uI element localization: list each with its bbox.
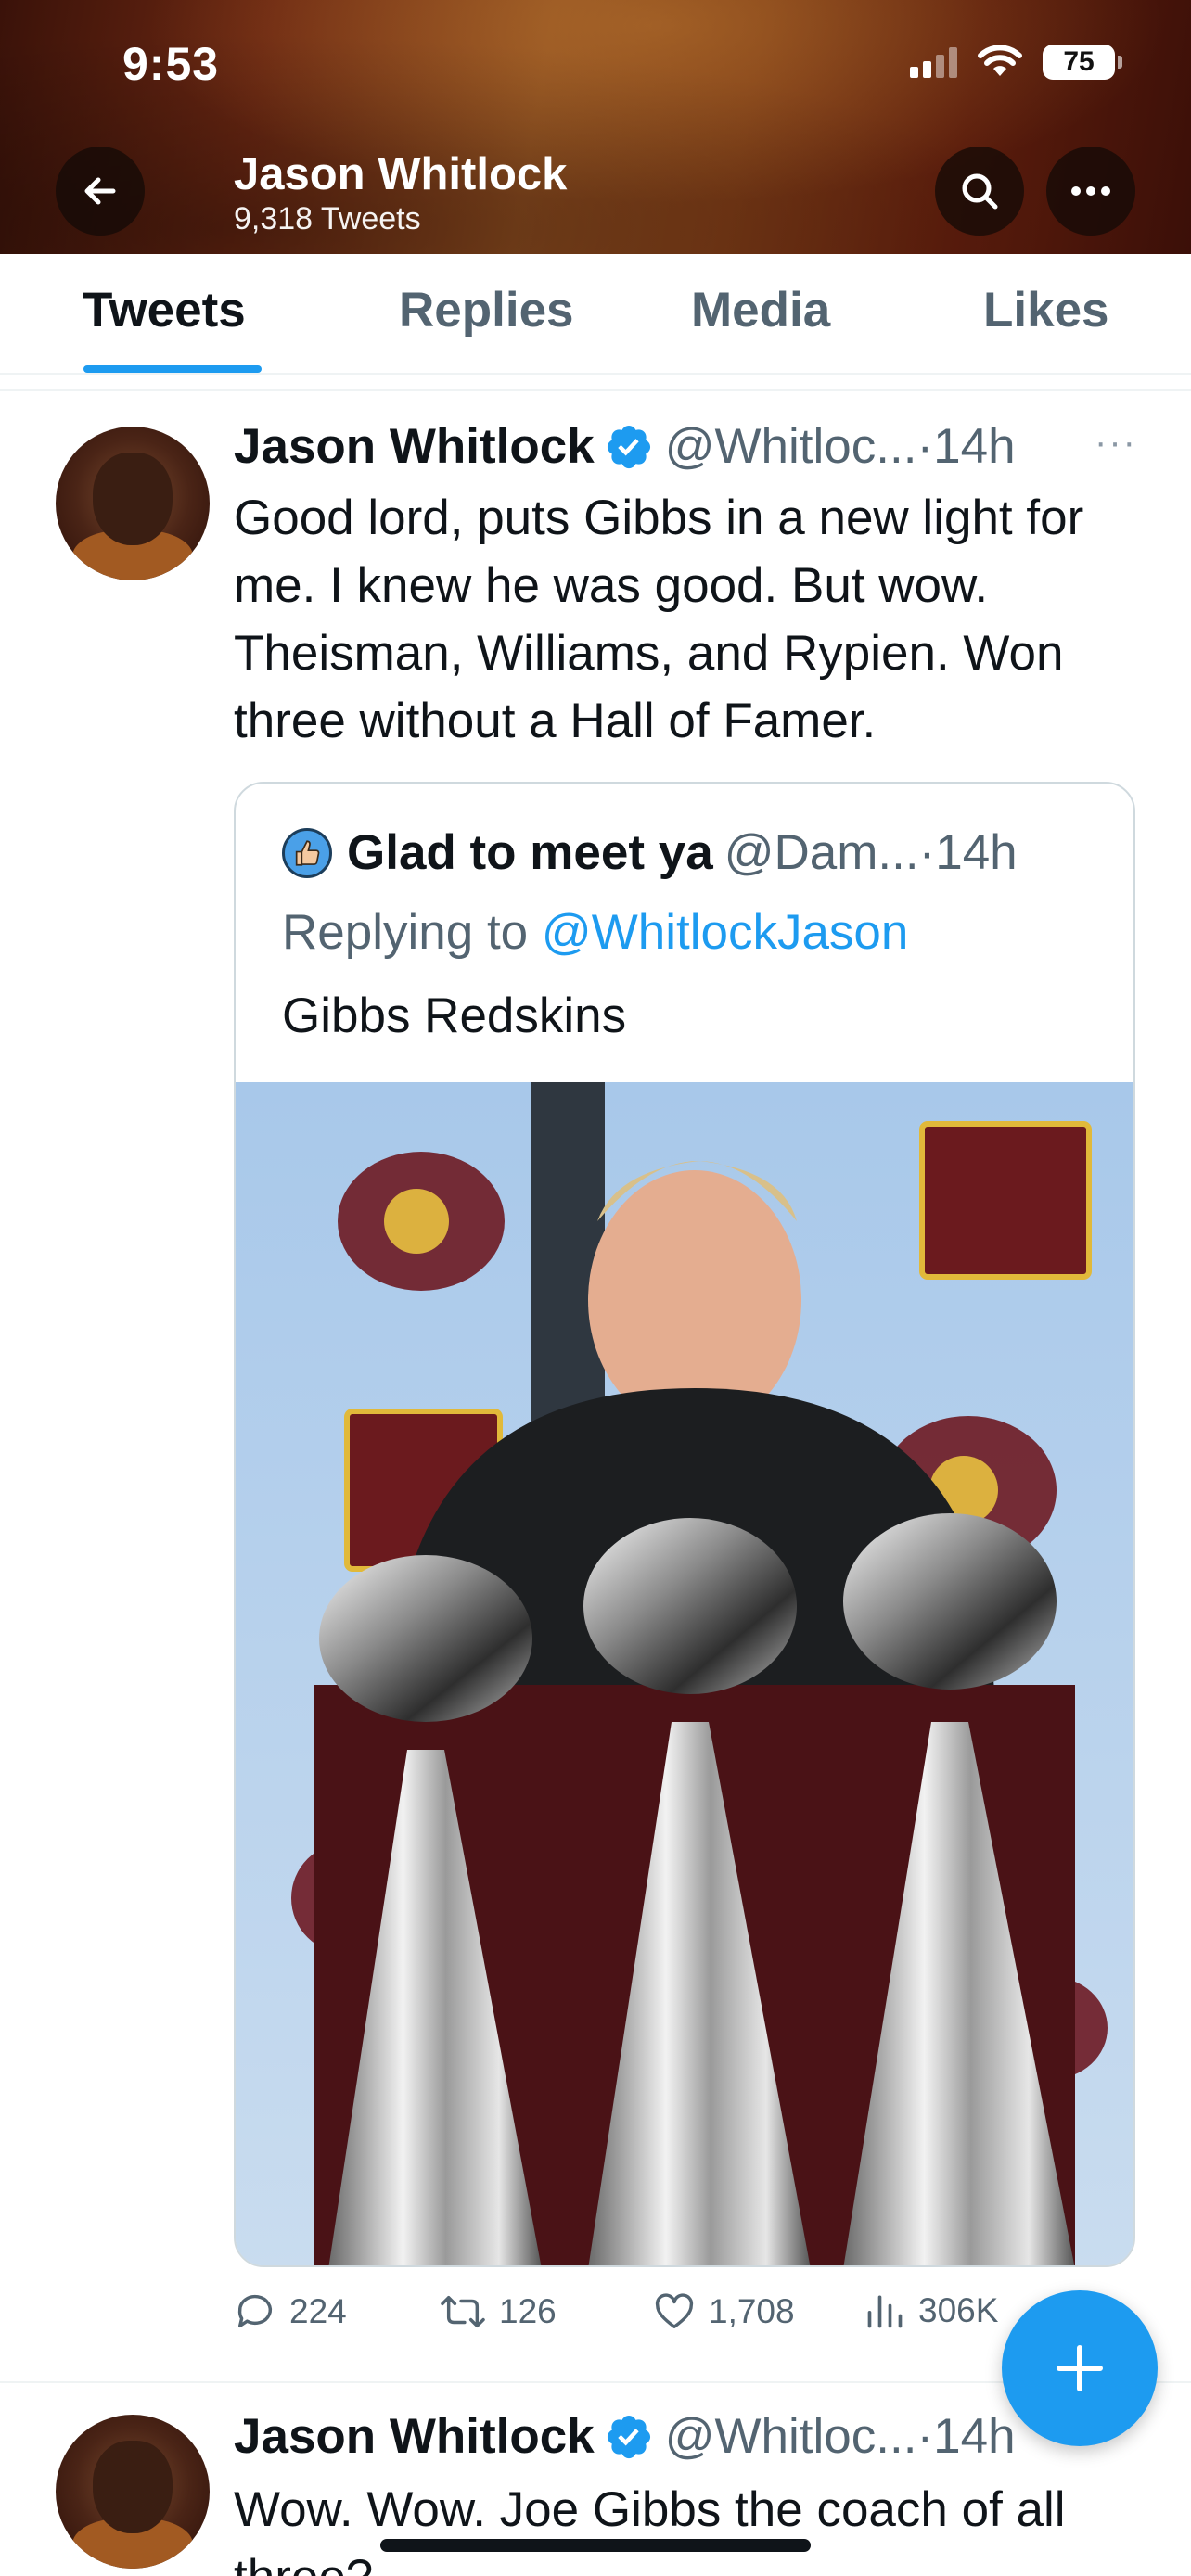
- signal-icon: [910, 46, 957, 78]
- author-handle[interactable]: @Whitloc...: [665, 2409, 917, 2465]
- separator-dot: ·: [918, 825, 936, 880]
- quoted-tweet-time: 14h: [935, 825, 1018, 880]
- search-button[interactable]: [935, 147, 1024, 236]
- views-button[interactable]: 306K: [864, 2290, 998, 2331]
- back-button[interactable]: [56, 147, 145, 236]
- views-chart-icon: [867, 2295, 903, 2328]
- quoted-tweet[interactable]: Glad to meet ya @Dam... · 14h Replying t…: [234, 782, 1135, 2267]
- tab-replies[interactable]: Replies: [399, 282, 574, 338]
- author-handle[interactable]: @Whitloc...: [665, 419, 917, 475]
- tweet-header: Jason Whitlock @Whitloc... · 14h: [234, 419, 1016, 475]
- reply-mention-link[interactable]: @WhitlockJason: [542, 905, 908, 960]
- profile-title: Jason Whitlock 9,318 Tweets: [234, 148, 567, 237]
- quoted-tweet-header: Glad to meet ya @Dam... · 14h: [282, 824, 1018, 881]
- reply-button[interactable]: 224: [234, 2290, 347, 2333]
- replying-to: Replying to @WhitlockJason: [282, 904, 908, 961]
- more-options-button[interactable]: [1046, 147, 1135, 236]
- wifi-icon: [978, 45, 1022, 76]
- like-button[interactable]: 1,708: [653, 2290, 795, 2333]
- home-indicator: [380, 2539, 811, 2552]
- heart-icon: [655, 2293, 694, 2329]
- retweet-button[interactable]: 126: [440, 2290, 557, 2333]
- verified-badge-icon: [604, 422, 654, 472]
- tab-tweets[interactable]: Tweets: [83, 282, 246, 338]
- quoted-avatar: [282, 827, 332, 878]
- status-icons: 75: [910, 45, 1122, 80]
- reply-count: 224: [289, 2292, 347, 2330]
- plus-icon: [1057, 2345, 1103, 2391]
- tab-media[interactable]: Media: [691, 282, 830, 338]
- avatar[interactable]: [56, 427, 210, 580]
- tweet-text: Wow. Wow. Joe Gibbs the coach of all thr…: [234, 2482, 1066, 2576]
- tab-likes[interactable]: Likes: [983, 282, 1109, 338]
- retweet-count: 126: [499, 2292, 557, 2330]
- avatar[interactable]: [56, 2415, 210, 2569]
- profile-header: 9:53 75 Jason Whitlock 9,318 Tweets: [0, 0, 1191, 254]
- thumbs-up-icon: [295, 839, 320, 866]
- status-time: 9:53: [122, 38, 220, 90]
- profile-name: Jason Whitlock: [234, 149, 568, 199]
- quoted-author-name: Glad to meet ya: [347, 825, 713, 880]
- like-count: 1,708: [709, 2292, 795, 2330]
- views-count: 306K: [918, 2291, 999, 2329]
- reply-icon: [237, 2294, 272, 2328]
- tweet-time[interactable]: 14h: [933, 419, 1015, 475]
- tweet-text: Good lord, puts Gibbs in a new light for…: [234, 491, 1084, 748]
- arrow-left-icon: [84, 177, 116, 205]
- profile-tabs: Tweets Replies Media Likes: [0, 254, 1191, 375]
- photo-illustration: [236, 1082, 1133, 2265]
- tweet-header: Jason Whitlock @Whitloc... · 14h: [234, 2409, 1016, 2465]
- author-name[interactable]: Jason Whitlock: [234, 419, 595, 475]
- tweet-photo[interactable]: [236, 1082, 1133, 2265]
- author-name[interactable]: Jason Whitlock: [234, 2409, 595, 2465]
- tweet-count: 9,318 Tweets: [234, 201, 421, 236]
- retweet-icon: [441, 2295, 485, 2328]
- separator-dot: ·: [916, 2409, 934, 2464]
- active-tab-indicator: [83, 365, 262, 373]
- separator-dot: ·: [916, 419, 934, 474]
- divider: [0, 389, 1191, 391]
- verified-badge-icon: [604, 2412, 654, 2462]
- quoted-tweet-text: Gibbs Redskins: [282, 988, 627, 1043]
- battery-icon: 75: [1043, 45, 1122, 80]
- replying-to-label: Replying to: [282, 905, 529, 960]
- compose-tweet-button[interactable]: [1002, 2290, 1158, 2446]
- quoted-author-handle: @Dam...: [724, 825, 919, 880]
- tweet-more-button[interactable]: ···: [1095, 422, 1137, 464]
- tweet-time[interactable]: 14h: [933, 2409, 1015, 2465]
- search-icon: [962, 173, 998, 210]
- more-icon: [1071, 186, 1110, 196]
